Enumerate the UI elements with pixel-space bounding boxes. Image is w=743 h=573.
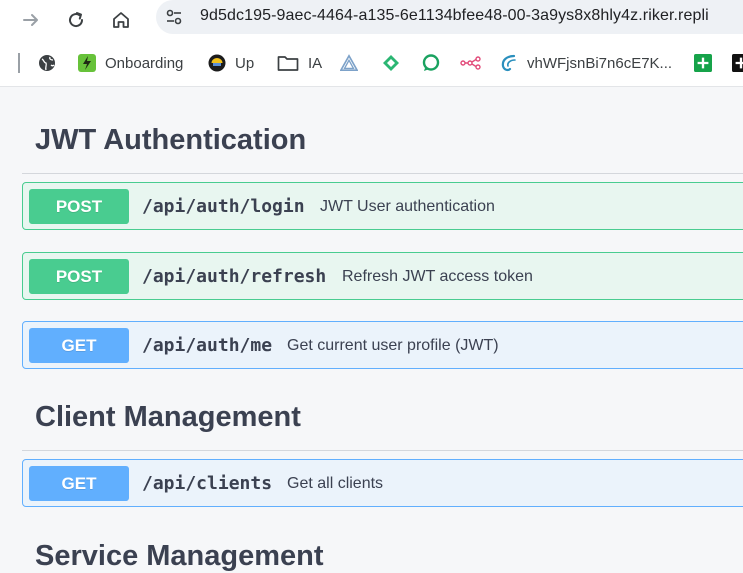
browser-toolbar: 9d5dc195-9aec-4464-a135-6e1134bfee48-00-… (0, 0, 743, 40)
operation-get-clients[interactable]: GET /api/clients Get all clients (22, 459, 743, 507)
reload-button[interactable] (60, 4, 92, 36)
bookmark-label: Onboarding (105, 54, 184, 72)
bookmark-diamond[interactable] (382, 51, 409, 75)
bookmark-label: vhWFjsnBi7n6cE7K... (527, 54, 673, 72)
green-plus-icon (694, 54, 712, 72)
section-title-service-management[interactable]: Service Management (35, 540, 324, 573)
wave-logo-icon (500, 54, 518, 72)
lightning-icon (78, 54, 96, 72)
bookmarks-separator (18, 53, 20, 73)
operation-post-auth-refresh[interactable]: POST /api/auth/refresh Refresh JWT acces… (22, 252, 743, 300)
address-bar[interactable]: 9d5dc195-9aec-4464-a135-6e1134bfee48-00-… (156, 0, 743, 34)
operation-path: /api/clients (142, 473, 273, 494)
section-title-jwt-authentication[interactable]: JWT Authentication (35, 124, 306, 157)
operation-path: /api/auth/refresh (142, 266, 327, 287)
bookmarks-bar: Onboarding Up IA vhWFjsnBi7n6cE7K... (0, 40, 743, 87)
url-text: 9d5dc195-9aec-4464-a135-6e1134bfee48-00-… (200, 7, 709, 24)
bookmark-green-plus[interactable] (694, 51, 721, 75)
section-title-client-management[interactable]: Client Management (35, 401, 301, 434)
bookmark-nodes[interactable] (460, 51, 491, 75)
nodes-icon (460, 54, 482, 72)
operation-summary: JWT User authentication (320, 198, 495, 215)
bookmark-chat[interactable] (422, 51, 449, 75)
home-icon (113, 12, 129, 28)
bookmark-black-plus[interactable] (732, 51, 743, 75)
operation-path: /api/auth/login (142, 196, 305, 217)
bookmark-up[interactable]: Up (208, 51, 254, 75)
bookmark-onboarding[interactable]: Onboarding (78, 51, 183, 75)
chat-bubble-icon (422, 54, 440, 72)
triangle-logo-icon (340, 54, 358, 72)
method-badge: POST (29, 189, 129, 224)
operation-summary: Get all clients (287, 475, 384, 492)
operation-path: /api/auth/me (142, 335, 273, 356)
globe-icon (38, 54, 56, 72)
bookmark-globe[interactable] (38, 51, 65, 75)
operation-summary: Get current user profile (JWT) (287, 337, 499, 354)
bookmark-folder-ia[interactable]: IA (277, 51, 322, 75)
helmet-icon (208, 54, 226, 72)
bookmark-triangle[interactable] (340, 51, 367, 75)
black-plus-icon (732, 54, 743, 72)
reload-icon (69, 12, 84, 28)
home-button[interactable] (105, 4, 137, 36)
forward-arrow-icon (23, 14, 38, 26)
bookmark-wave[interactable]: vhWFjsnBi7n6cE7K... (500, 51, 672, 75)
method-badge: GET (29, 328, 129, 363)
method-badge: POST (29, 259, 129, 294)
section-divider (22, 450, 743, 451)
operation-post-auth-login[interactable]: POST /api/auth/login JWT User authentica… (22, 182, 743, 230)
operation-get-auth-me[interactable]: GET /api/auth/me Get current user profil… (22, 321, 743, 369)
forward-button[interactable] (15, 4, 47, 36)
operation-summary: Refresh JWT access token (342, 268, 533, 285)
bookmark-label: IA (308, 54, 323, 72)
diamond-logo-icon (382, 54, 400, 72)
folder-icon (277, 54, 299, 72)
bookmark-label: Up (235, 54, 255, 72)
site-settings-icon[interactable] (164, 7, 184, 27)
section-divider (22, 173, 743, 174)
method-badge: GET (29, 466, 129, 501)
